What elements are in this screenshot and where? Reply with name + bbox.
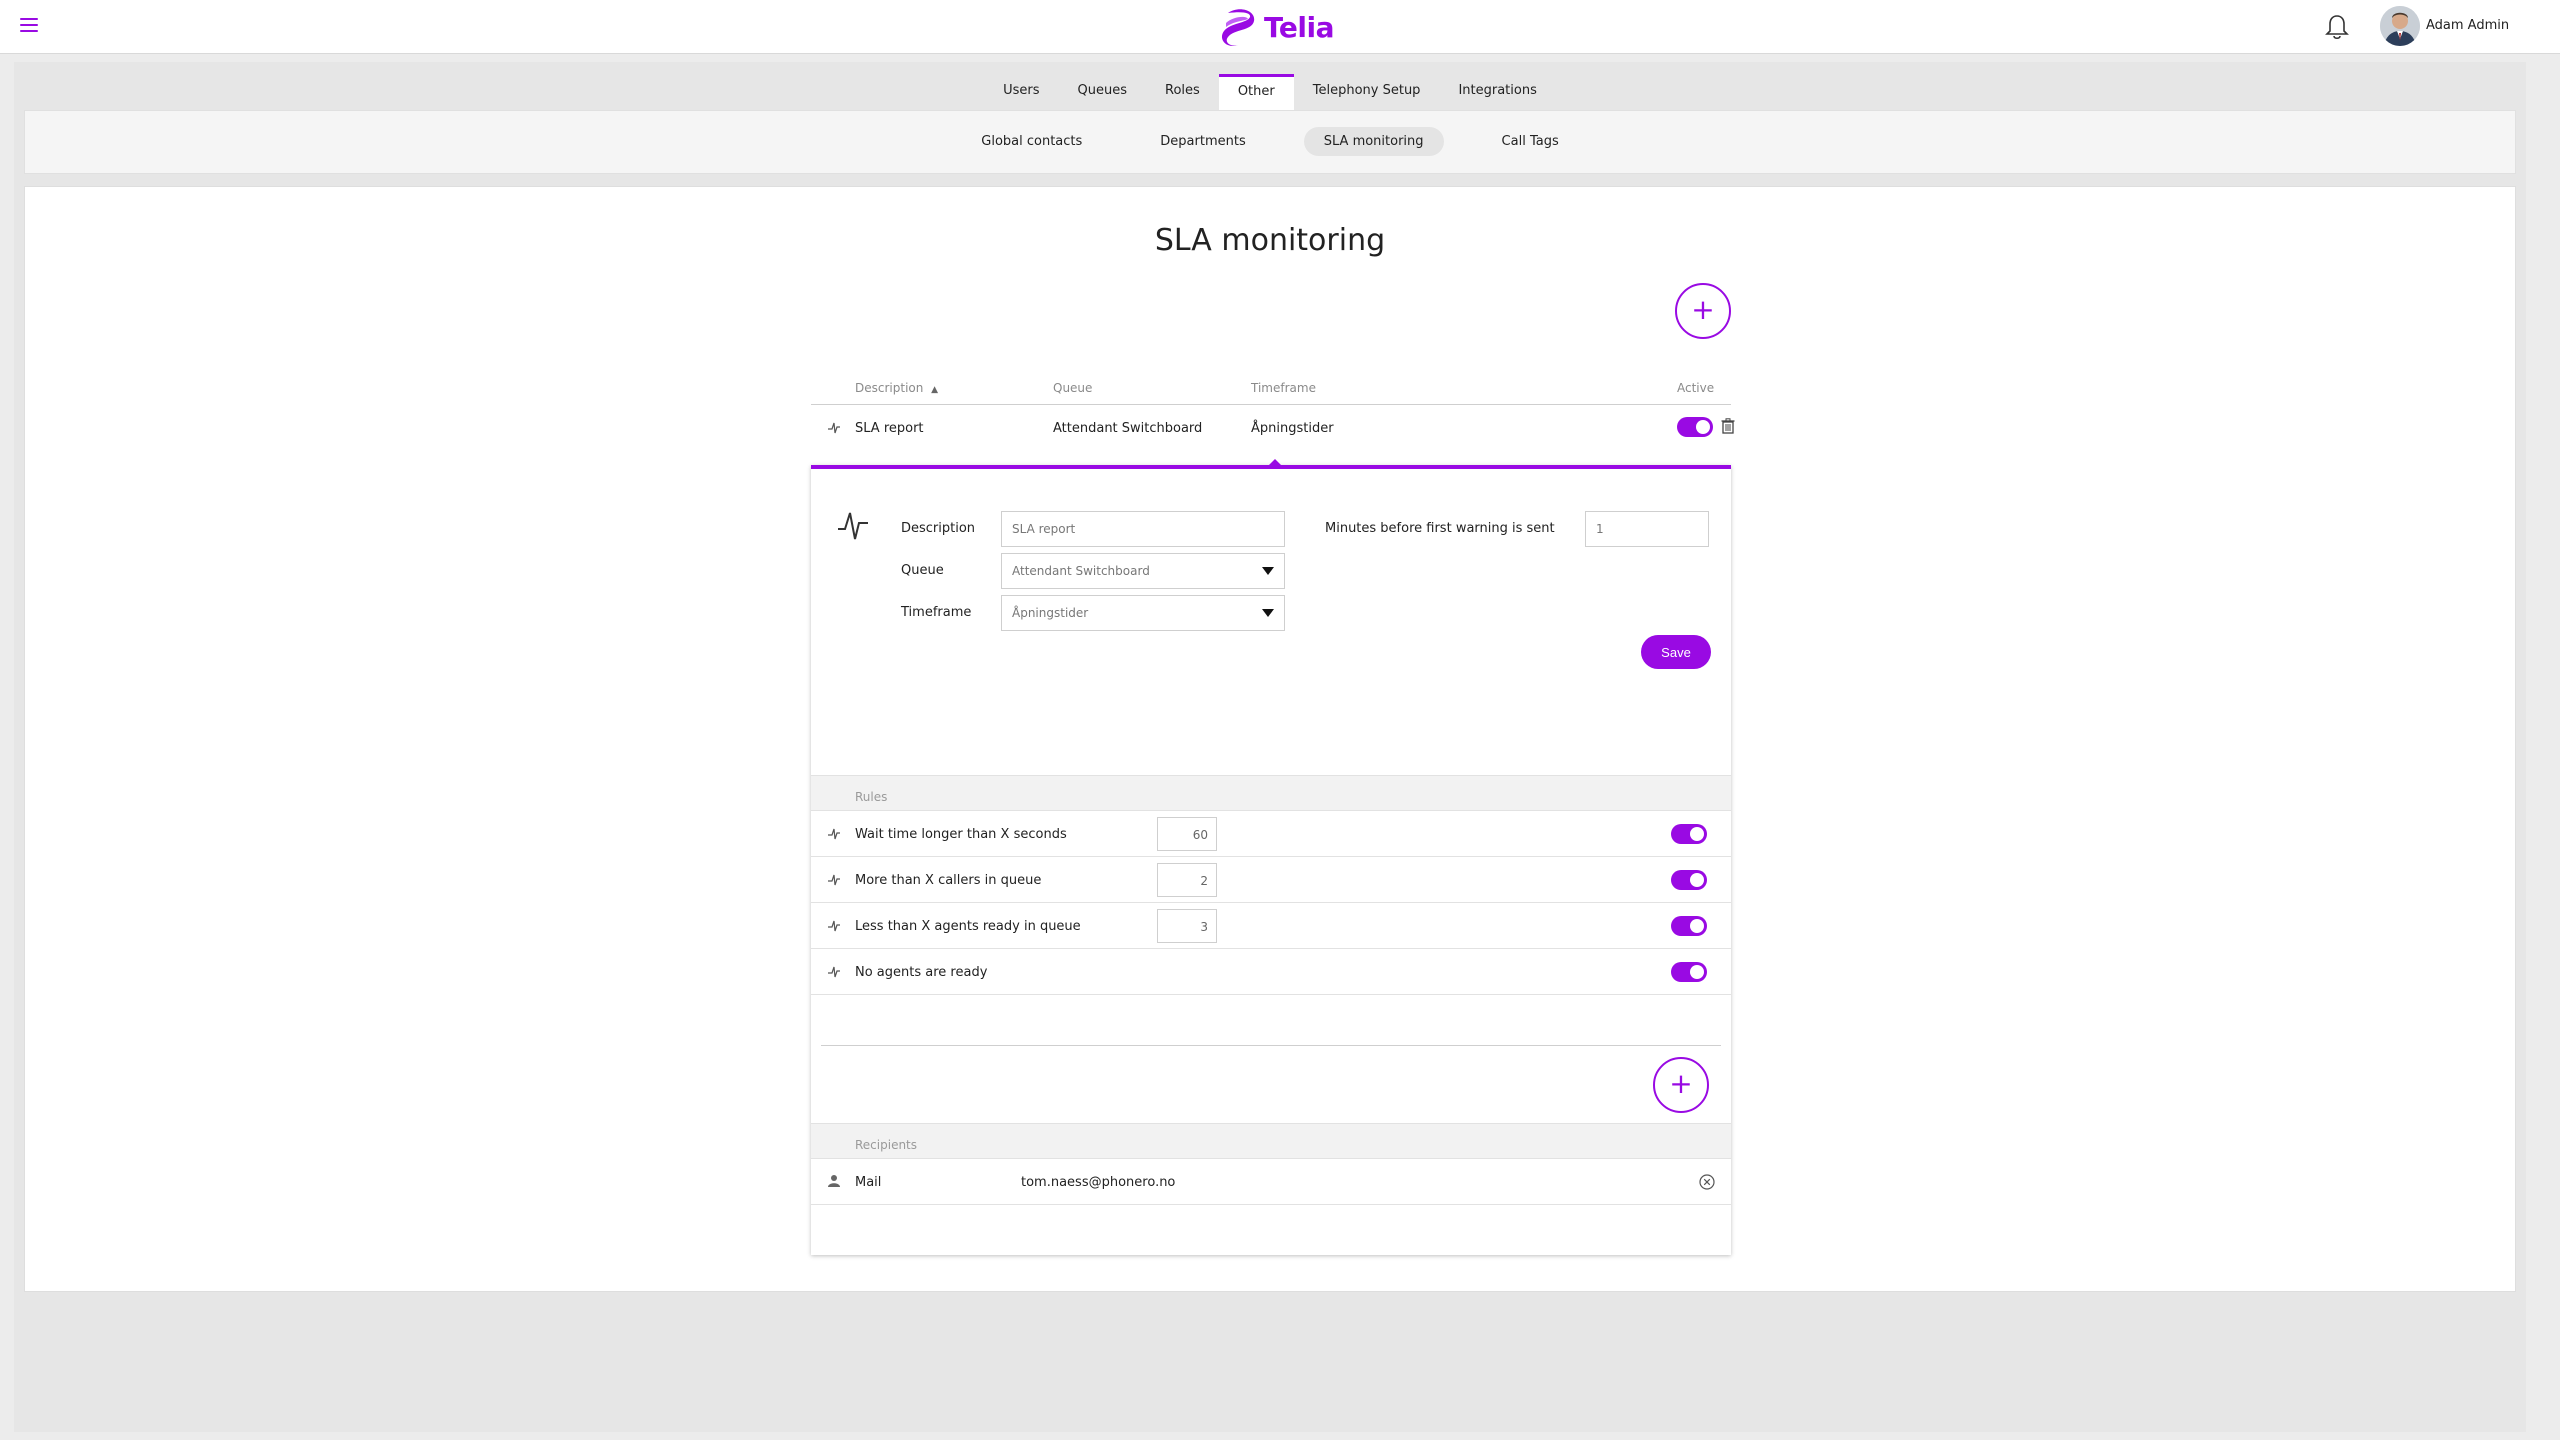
rule-pulse-icon	[828, 828, 840, 840]
add-rule-button[interactable]: +	[1653, 1057, 1709, 1113]
user-name[interactable]: Adam Admin	[2426, 18, 2509, 33]
person-icon	[828, 1175, 840, 1187]
main-tabs: Users Queues Roles Other Telephony Setup…	[14, 74, 2526, 110]
rule-active-toggle[interactable]	[1671, 870, 1707, 890]
table-row[interactable]: SLA report Attendant Switchboard Åpnings…	[811, 405, 1735, 449]
user-photo-icon	[2380, 6, 2420, 46]
rule-row: No agents are ready	[811, 949, 1731, 995]
recipients-section-header: Recipients	[811, 1123, 1731, 1159]
rule-active-toggle[interactable]	[1671, 962, 1707, 982]
rule-row: More than X callers in queue 2	[811, 857, 1731, 903]
rule-value-input[interactable]: 60	[1157, 817, 1217, 851]
add-sla-button[interactable]: +	[1675, 283, 1731, 339]
rule-value-input[interactable]: 3	[1157, 909, 1217, 943]
rule-name: Less than X agents ready in queue	[855, 919, 1081, 934]
rules-section-header: Rules	[811, 775, 1731, 811]
table-header: Description ▲ Queue Timeframe Active	[811, 381, 1731, 405]
recipient-row: Mail tom.naess@phonero.no	[811, 1159, 1731, 1205]
telia-pebble-icon	[1221, 9, 1255, 46]
tab-queues[interactable]: Queues	[1059, 74, 1146, 110]
tab-roles[interactable]: Roles	[1146, 74, 1219, 110]
column-description[interactable]: Description ▲	[855, 381, 938, 395]
rules-title: Rules	[855, 790, 888, 804]
chevron-down-icon	[1262, 609, 1274, 617]
subtab-departments[interactable]: Departments	[1140, 127, 1265, 156]
sub-tab-bar: Global contacts Departments SLA monitori…	[24, 110, 2516, 174]
tab-users[interactable]: Users	[984, 74, 1058, 110]
column-description-label: Description	[855, 381, 924, 395]
timeframe-select-value: Åpningstider	[1012, 606, 1089, 620]
page-title: SLA monitoring	[1154, 223, 1386, 258]
rule-name: More than X callers in queue	[855, 873, 1042, 888]
rule-name: No agents are ready	[855, 965, 988, 980]
minutes-warning-input[interactable]: 1	[1585, 511, 1709, 547]
tab-telephony-setup[interactable]: Telephony Setup	[1294, 74, 1440, 110]
rule-active-toggle[interactable]	[1671, 824, 1707, 844]
recipient-type: Mail	[855, 1175, 882, 1190]
subtab-call-tags[interactable]: Call Tags	[1482, 127, 1579, 156]
rule-active-toggle[interactable]	[1671, 916, 1707, 936]
avatar[interactable]	[2380, 6, 2420, 46]
top-bar: Telia Adam Admin	[0, 0, 2560, 54]
minutes-warning-label: Minutes before first warning is sent	[1325, 521, 1555, 536]
rules-divider	[821, 1045, 1721, 1046]
rule-pulse-icon	[828, 920, 840, 932]
description-input[interactable]: SLA report	[1001, 511, 1285, 547]
app-frame: Users Queues Roles Other Telephony Setup…	[14, 62, 2526, 1432]
content-card: SLA monitoring + Description ▲ Queue Tim…	[24, 186, 2516, 1292]
description-label: Description	[901, 521, 976, 536]
column-queue[interactable]: Queue	[1053, 381, 1092, 395]
brand-name: Telia	[1264, 10, 1334, 44]
rule-row: Less than X agents ready in queue 3	[811, 903, 1731, 949]
editor-pointer	[1269, 459, 1281, 465]
menu-icon[interactable]	[20, 18, 38, 32]
recipient-address: tom.naess@phonero.no	[1021, 1175, 1176, 1190]
tab-integrations[interactable]: Integrations	[1439, 74, 1555, 110]
queue-select[interactable]: Attendant Switchboard	[1001, 553, 1285, 589]
delete-trash-icon[interactable]	[1721, 418, 1735, 434]
rule-value-input[interactable]: 2	[1157, 863, 1217, 897]
tab-other[interactable]: Other	[1218, 74, 1294, 110]
notifications-bell-icon[interactable]	[2322, 12, 2352, 42]
rule-pulse-icon	[828, 874, 840, 886]
column-timeframe[interactable]: Timeframe	[1251, 381, 1316, 395]
row-timeframe: Åpningstider	[1251, 421, 1334, 436]
column-active: Active	[1677, 381, 1715, 395]
remove-circle-icon[interactable]	[1699, 1174, 1715, 1190]
rule-name: Wait time longer than X seconds	[855, 827, 1067, 842]
sort-asc-icon: ▲	[931, 385, 939, 395]
row-active-toggle[interactable]	[1677, 417, 1713, 437]
row-description: SLA report	[855, 421, 924, 436]
rule-pulse-icon	[828, 966, 840, 978]
sla-editor-panel: Description SLA report Queue Attendant S…	[811, 459, 1731, 1255]
sla-pulse-icon	[828, 422, 840, 434]
telia-logo[interactable]: Telia	[1220, 5, 1334, 49]
subtab-global-contacts[interactable]: Global contacts	[961, 127, 1102, 156]
sla-pulse-large-icon	[838, 512, 868, 540]
queue-select-value: Attendant Switchboard	[1012, 564, 1150, 578]
row-queue: Attendant Switchboard	[1053, 421, 1203, 436]
subtab-sla-monitoring[interactable]: SLA monitoring	[1303, 127, 1444, 156]
chevron-down-icon	[1262, 567, 1274, 575]
queue-label: Queue	[901, 563, 944, 578]
timeframe-label: Timeframe	[901, 605, 972, 620]
recipients-title: Recipients	[855, 1138, 918, 1152]
rule-row: Wait time longer than X seconds 60	[811, 811, 1731, 857]
timeframe-select[interactable]: Åpningstider	[1001, 595, 1285, 631]
save-button[interactable]: Save	[1641, 635, 1711, 669]
